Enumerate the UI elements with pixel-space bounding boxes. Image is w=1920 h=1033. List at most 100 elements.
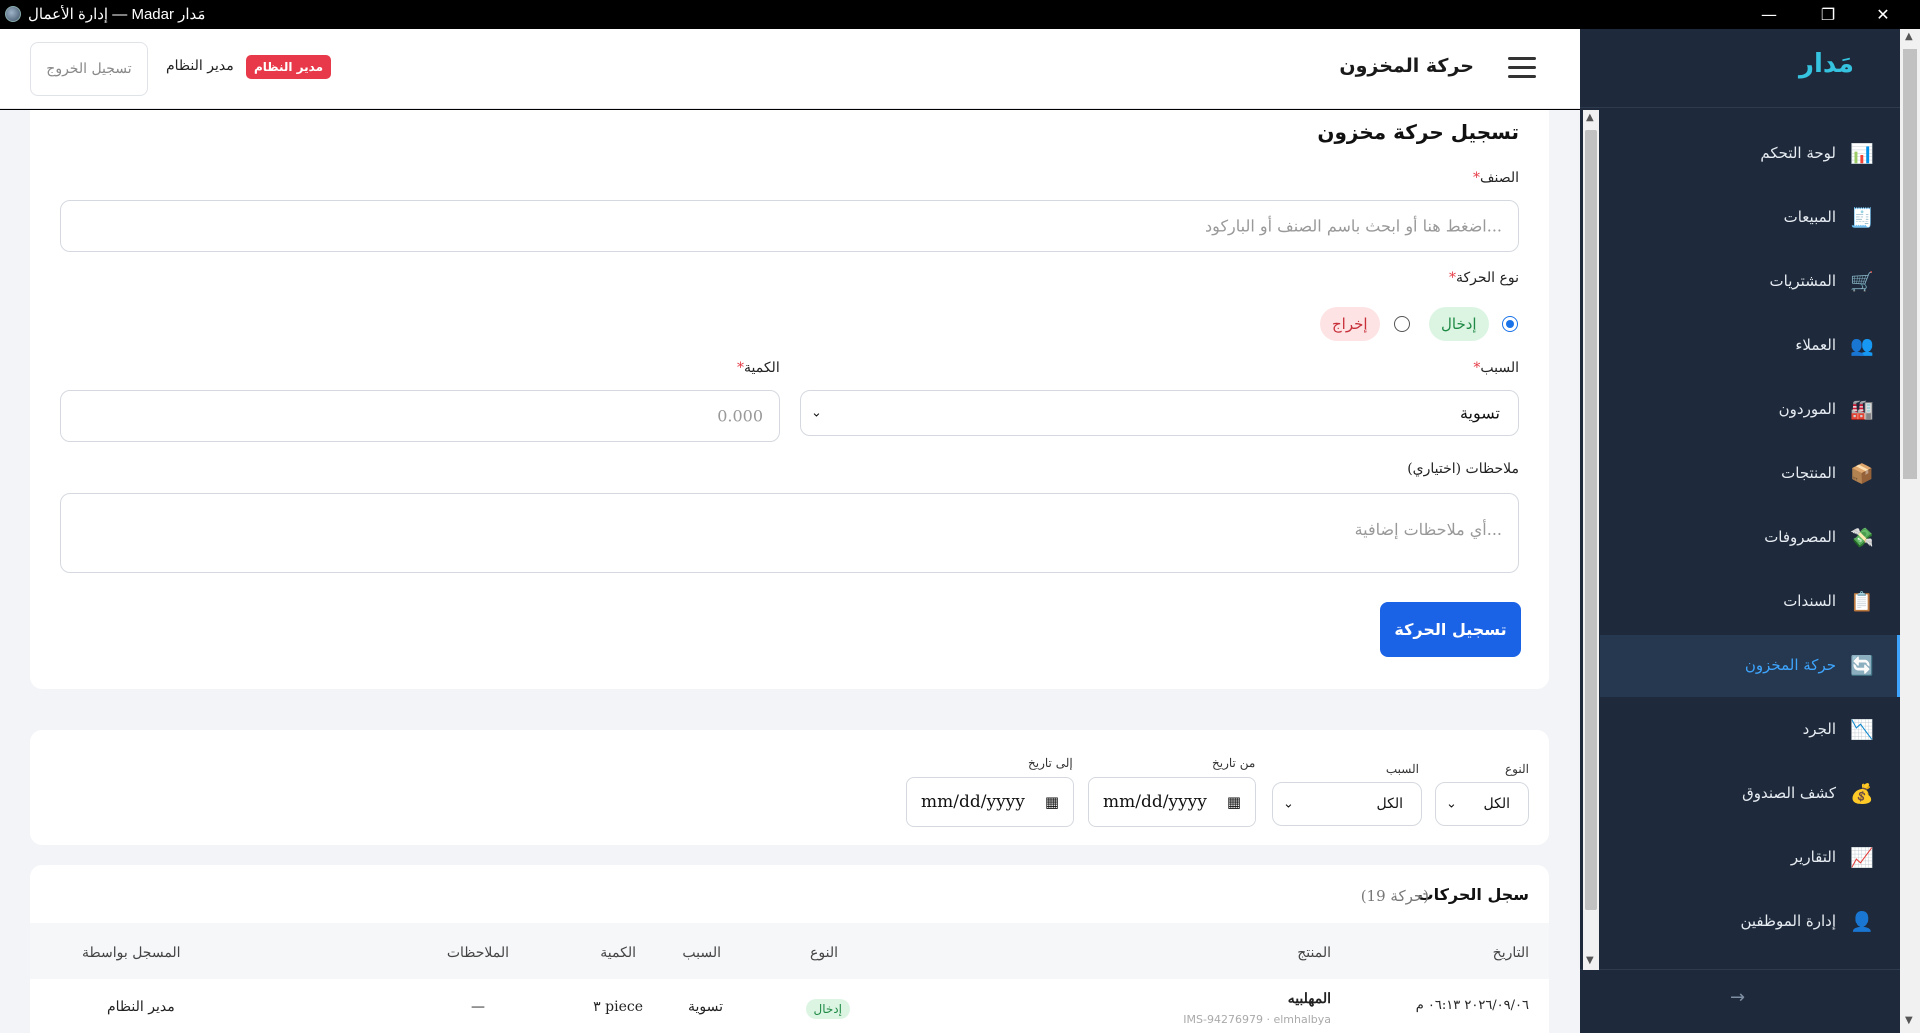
notes-label: ملاحظات (اختياري): [1407, 461, 1519, 477]
table-header: التاريخ المنتج النوع السبب الكمية الملاح…: [30, 923, 1549, 979]
item-search-input[interactable]: اضغط هنا أو ابحث باسم الصنف أو الباركود.…: [60, 200, 1519, 252]
movement-in-pill[interactable]: إدخال: [1429, 307, 1489, 341]
scrollbar-thumb[interactable]: [1903, 49, 1917, 479]
sidebar-item[interactable]: 📈 التقارير: [1600, 827, 1900, 889]
form-heading: تسجيل حركة مخزون: [1317, 120, 1519, 144]
window-title: إدارة الأعمال — Madar مَدار: [28, 6, 206, 23]
filter-type-label: النوع: [1505, 762, 1529, 776]
close-window-button[interactable]: ✕: [1860, 2, 1906, 27]
divider: [1580, 969, 1900, 970]
from-date-input[interactable]: mm/dd/yyyy ▦: [1088, 777, 1256, 827]
chart-down-icon: 📉: [1850, 719, 1874, 741]
column-header-reason[interactable]: السبب: [682, 945, 721, 961]
reason-label: *السبب: [1473, 360, 1519, 376]
brand-logo[interactable]: مَدار: [1799, 49, 1854, 79]
bar-chart-icon: 📊: [1850, 143, 1874, 165]
filter-card: النوع الكل ⌄ السبب الكل ⌄ من تاريخ mm/dd…: [30, 730, 1549, 845]
cell-product-meta: IMS-94276979 · elmhalbya: [1183, 1013, 1331, 1026]
sidebar-item[interactable]: 🛒 المشتريات: [1600, 251, 1900, 313]
maximize-button[interactable]: ❐: [1805, 2, 1851, 27]
column-header-date[interactable]: التاريخ: [1493, 945, 1529, 961]
calendar-icon: ▦: [1044, 793, 1059, 811]
page-title: حركة المخزون: [1339, 55, 1474, 77]
cell-recorded-by: مدير النظام: [107, 999, 175, 1015]
cell-type-badge: إدخال: [805, 999, 850, 1019]
money-bag-icon: 💰: [1850, 783, 1874, 805]
table-count: (19 حركة): [1360, 887, 1429, 905]
sidebar-item[interactable]: 💰 كشف الصندوق: [1600, 763, 1900, 825]
movement-in-radio[interactable]: [1502, 316, 1518, 332]
clipboard-icon: 📋: [1850, 591, 1874, 613]
sidebar-item-label: التقارير: [1790, 848, 1836, 866]
sidebar-item-label: السندات: [1783, 592, 1836, 610]
sidebar-item-label: كشف الصندوق: [1742, 784, 1836, 802]
movements-table-card: سجل الحركات (19 حركة) التاريخ المنتج الن…: [30, 865, 1549, 1033]
scrollbar-thumb[interactable]: [1585, 130, 1597, 910]
cell-quantity: ٣ piece: [593, 999, 643, 1015]
column-header-type[interactable]: النوع: [810, 945, 838, 961]
user-icon: 👤: [1850, 911, 1874, 933]
logout-button[interactable]: تسجيل الخروج: [30, 42, 148, 96]
receipt-icon: 🧾: [1850, 207, 1874, 229]
to-date-input[interactable]: mm/dd/yyyy ▦: [906, 777, 1074, 827]
sidebar-item[interactable]: 💸 المصروفات: [1600, 507, 1900, 569]
divider: [1580, 107, 1900, 108]
notes-textarea[interactable]: أي ملاحظات إضافية...: [60, 493, 1519, 573]
sidebar-item[interactable]: 📉 الجرد: [1600, 699, 1900, 761]
sidebar-item-label: المشتريات: [1769, 272, 1836, 290]
window-titlebar: إدارة الأعمال — Madar مَدار — ❐ ✕: [0, 0, 1920, 29]
column-header-quantity[interactable]: الكمية: [600, 945, 636, 961]
quantity-label: *الكمية: [737, 360, 780, 376]
main-content: تسجيل حركة مخزون *الصنف اضغط هنا أو ابحث…: [0, 110, 1580, 1033]
movement-out-pill[interactable]: إخراج: [1320, 307, 1380, 341]
minimize-button[interactable]: —: [1746, 2, 1792, 27]
scroll-up-icon: ▲: [1905, 31, 1913, 42]
sidebar-item-label: المصروفات: [1764, 528, 1836, 546]
column-header-product[interactable]: المنتج: [1297, 945, 1331, 961]
role-badge: مدير النظام: [246, 55, 332, 79]
top-header: حركة المخزون تسجيل الخروج مدير النظام مد…: [0, 29, 1580, 109]
user-name: مدير النظام: [166, 58, 234, 74]
from-date-label: من تاريخ: [1212, 756, 1256, 770]
filter-reason-select[interactable]: الكل ⌄: [1272, 782, 1422, 826]
sidebar-item[interactable]: 📦 المنتجات: [1600, 443, 1900, 505]
cell-product[interactable]: المهلبيه: [1288, 991, 1331, 1007]
shopping-cart-icon: 🛒: [1850, 271, 1874, 293]
sidebar: مَدار 📊 لوحة التحكم 🧾 المبيعات 🛒 المشتريات 👥 ال…: [1580, 29, 1900, 1033]
sidebar-item[interactable]: 👤 إدارة الموظفين: [1600, 891, 1900, 953]
sidebar-item[interactable]: 🔄 حركة المخزون: [1600, 635, 1900, 697]
chart-up-icon: 📈: [1850, 847, 1874, 869]
column-header-notes[interactable]: الملاحظات: [447, 945, 509, 961]
item-label: *الصنف: [1472, 170, 1519, 186]
sidebar-item-label: الجرد: [1802, 720, 1836, 738]
cell-date: ٢٠٢٦/٠٩/٠٦ ٠٦:١٣ م: [1415, 998, 1529, 1013]
app-icon: [5, 6, 21, 22]
package-icon: 📦: [1850, 463, 1874, 485]
column-header-recorded-by[interactable]: المسجل بواسطة: [82, 945, 181, 961]
sidebar-item[interactable]: 👥 العملاء: [1600, 315, 1900, 377]
sidebar-item-label: المبيعات: [1783, 208, 1836, 226]
menu-toggle-icon[interactable]: [1508, 57, 1536, 81]
sidebar-item[interactable]: 🏭 الموردون: [1600, 379, 1900, 441]
calendar-icon: ▦: [1226, 793, 1241, 811]
filter-type-select[interactable]: الكل ⌄: [1435, 782, 1529, 826]
scroll-down-icon: ▼: [1586, 955, 1594, 966]
table-title: سجل الحركات: [1417, 885, 1529, 904]
chevron-down-icon: ⌄: [1446, 796, 1457, 812]
sidebar-item[interactable]: 📋 السندات: [1600, 571, 1900, 633]
sidebar-collapse-icon[interactable]: →: [1730, 987, 1745, 1008]
movement-out-radio[interactable]: [1394, 316, 1410, 332]
movement-form-card: تسجيل حركة مخزون *الصنف اضغط هنا أو ابحث…: [30, 110, 1549, 689]
sidebar-item-label: المنتجات: [1781, 464, 1836, 482]
sidebar-item[interactable]: 📊 لوحة التحكم: [1600, 123, 1900, 185]
money-wings-icon: 💸: [1850, 527, 1874, 549]
content-scrollbar[interactable]: ▲ ▼: [1583, 110, 1599, 970]
sidebar-item-label: الموردون: [1778, 400, 1836, 418]
window-scrollbar[interactable]: ▲ ▼: [1900, 29, 1920, 1033]
quantity-input[interactable]: 0.000: [60, 390, 780, 442]
reason-select[interactable]: تسوية ⌄: [800, 390, 1519, 436]
sidebar-item-label: لوحة التحكم: [1760, 144, 1836, 162]
refresh-icon: 🔄: [1850, 655, 1874, 677]
sidebar-item[interactable]: 🧾 المبيعات: [1600, 187, 1900, 249]
submit-movement-button[interactable]: تسجيل الحركة: [1380, 602, 1521, 657]
